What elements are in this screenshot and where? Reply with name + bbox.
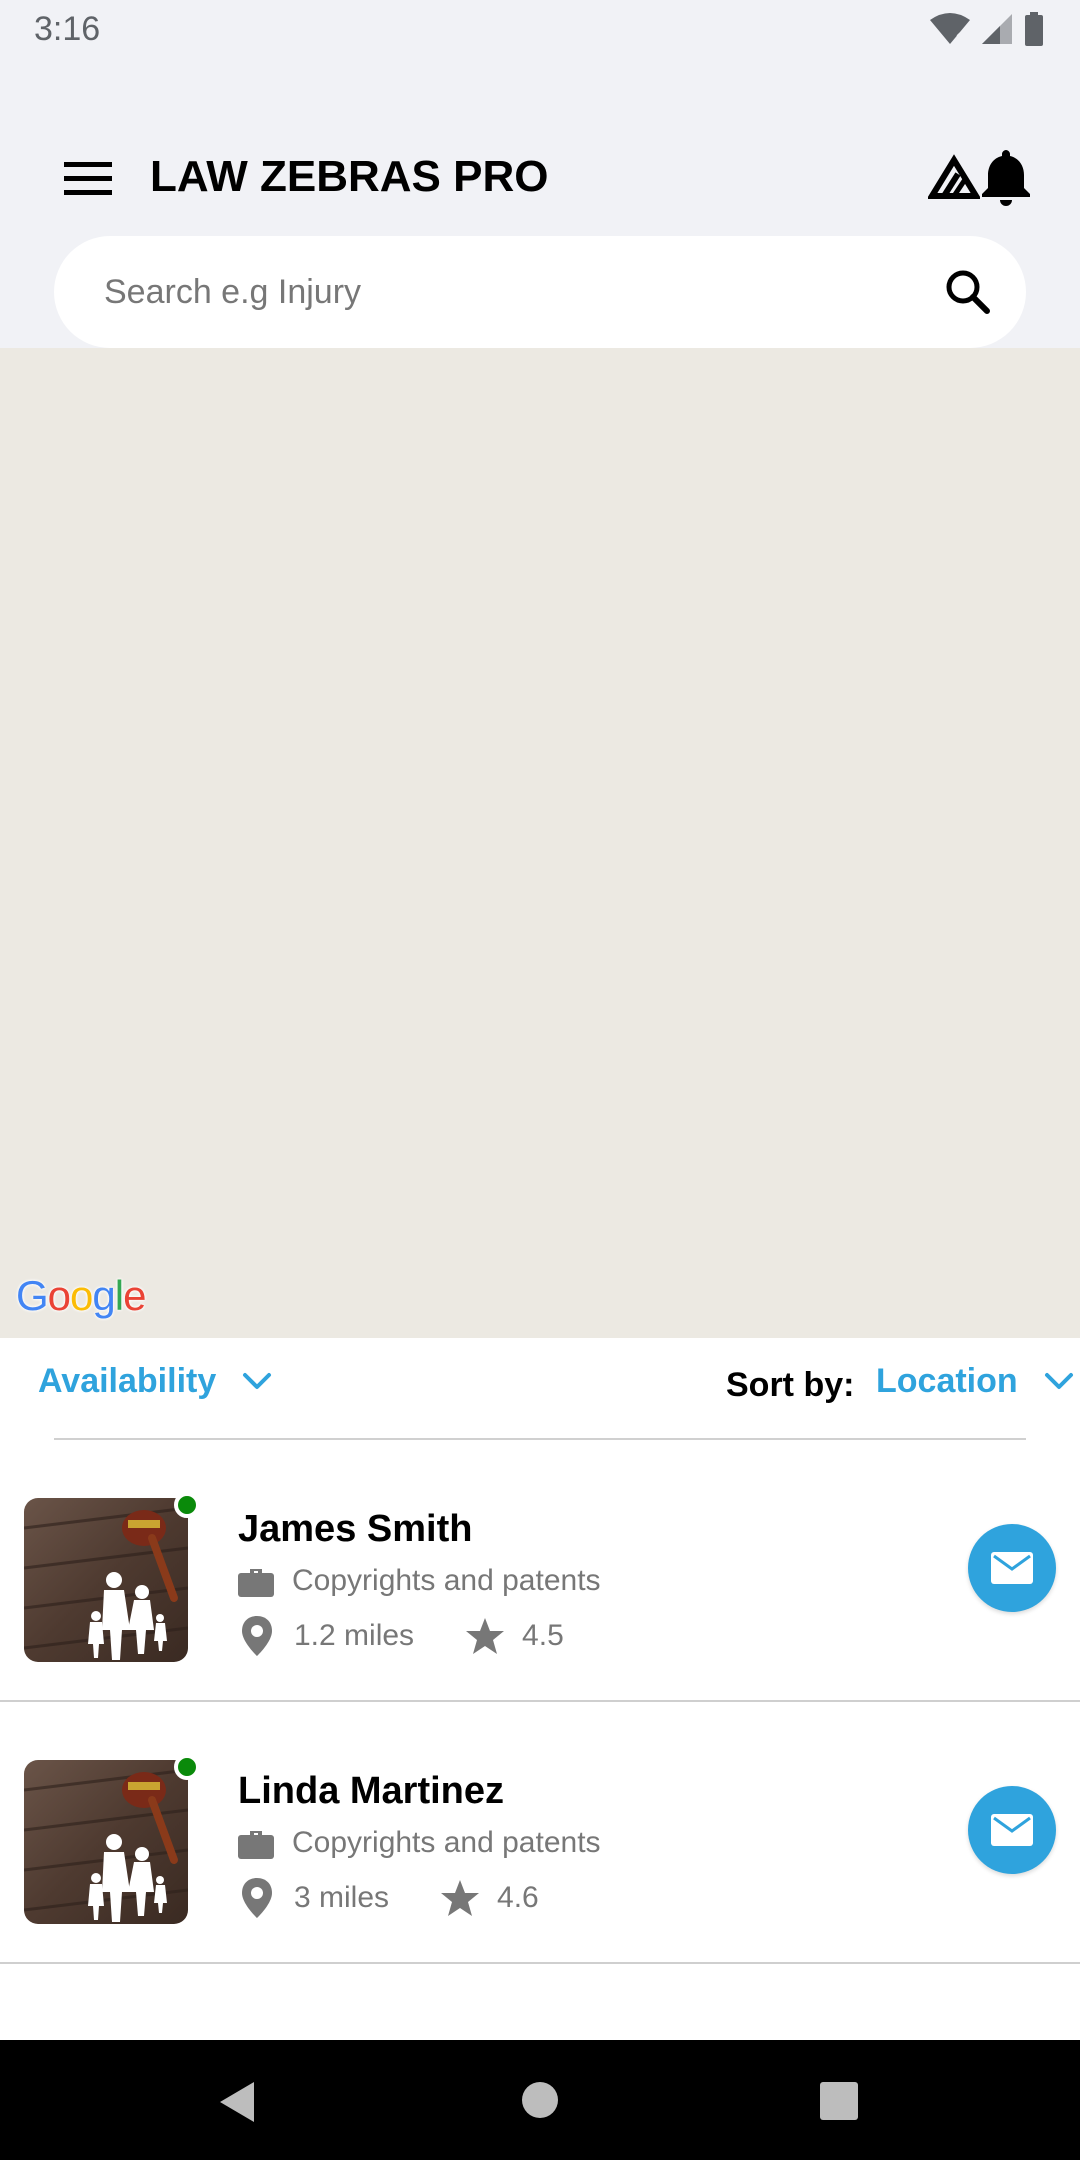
system-nav-bar: [0, 2040, 1080, 2160]
hamburger-menu-icon[interactable]: [56, 148, 120, 212]
message-button[interactable]: [968, 1524, 1056, 1612]
app-bar: LAW ZEBRAS PRO: [0, 64, 1080, 348]
screen: 3:16 LAW ZEBRAS PRO Search e.g Injury Go…: [0, 0, 1080, 2160]
practice-area: Copyrights and patents: [238, 1826, 601, 1860]
sort-dropdown[interactable]: Location: [876, 1362, 1074, 1401]
star-icon: [441, 1880, 480, 1916]
lawyer-photo: [24, 1498, 188, 1662]
briefcase-icon: [238, 1569, 274, 1597]
practice-label: Copyrights and patents: [292, 1826, 601, 1859]
distance: 1.2 miles: [294, 1619, 415, 1652]
status-icons: [930, 12, 1044, 46]
location-pin-icon: [242, 1616, 272, 1656]
sort-by-label: Sort by:: [726, 1366, 855, 1404]
lawyer-name: James Smith: [238, 1508, 473, 1550]
map-view[interactable]: Google: [0, 348, 1080, 1338]
rating: 4.6: [497, 1881, 539, 1914]
star-icon: [466, 1618, 505, 1654]
message-button[interactable]: [968, 1786, 1056, 1874]
availability-label: Availability: [38, 1362, 217, 1400]
search-bar: [54, 236, 1026, 348]
online-status-indicator: [174, 1492, 200, 1518]
online-status-indicator: [174, 1754, 200, 1780]
search-icon[interactable]: [942, 266, 994, 318]
status-time: 3:16: [34, 10, 101, 48]
lawyer-photo: [24, 1760, 188, 1924]
location-pin-icon: [242, 1878, 272, 1918]
sort-value: Location: [876, 1362, 1018, 1400]
app-title: LAW ZEBRAS PRO: [150, 152, 549, 201]
availability-dropdown[interactable]: Availability: [38, 1362, 272, 1401]
back-icon[interactable]: [214, 2078, 262, 2126]
chevron-down-icon: [243, 1372, 272, 1389]
mail-icon: [991, 1552, 1033, 1584]
filter-bar: Availability Sort by: Location: [0, 1338, 1080, 1440]
status-bar: 3:16: [0, 0, 1080, 64]
wifi-icon: [930, 13, 970, 44]
lawyer-meta: 3 miles 4.6: [242, 1878, 539, 1918]
chevron-down-icon: [1044, 1372, 1073, 1389]
distance: 3 miles: [294, 1881, 390, 1914]
google-attribution: Google: [16, 1272, 146, 1319]
search-input[interactable]: [104, 236, 904, 348]
briefcase-icon: [238, 1831, 274, 1859]
bell-icon[interactable]: [978, 146, 1034, 206]
practice-label: Copyrights and patents: [292, 1564, 601, 1597]
lawyer-list-item[interactable]: James Smith Copyrights and patents 1.2 m…: [0, 1440, 1080, 1702]
law-zebras-logo-icon[interactable]: [928, 152, 980, 204]
signal-icon: [982, 14, 1012, 44]
recents-icon[interactable]: [818, 2080, 860, 2122]
lawyer-meta: 1.2 miles 4.5: [242, 1616, 564, 1656]
home-icon[interactable]: [520, 2080, 560, 2120]
lawyer-name: Linda Martinez: [238, 1770, 505, 1812]
practice-area: Copyrights and patents: [238, 1564, 601, 1598]
battery-icon: [1025, 12, 1043, 46]
mail-icon: [991, 1814, 1033, 1846]
lawyer-list-item[interactable]: Linda Martinez Copyrights and patents 3 …: [0, 1702, 1080, 1964]
rating: 4.5: [522, 1619, 564, 1652]
